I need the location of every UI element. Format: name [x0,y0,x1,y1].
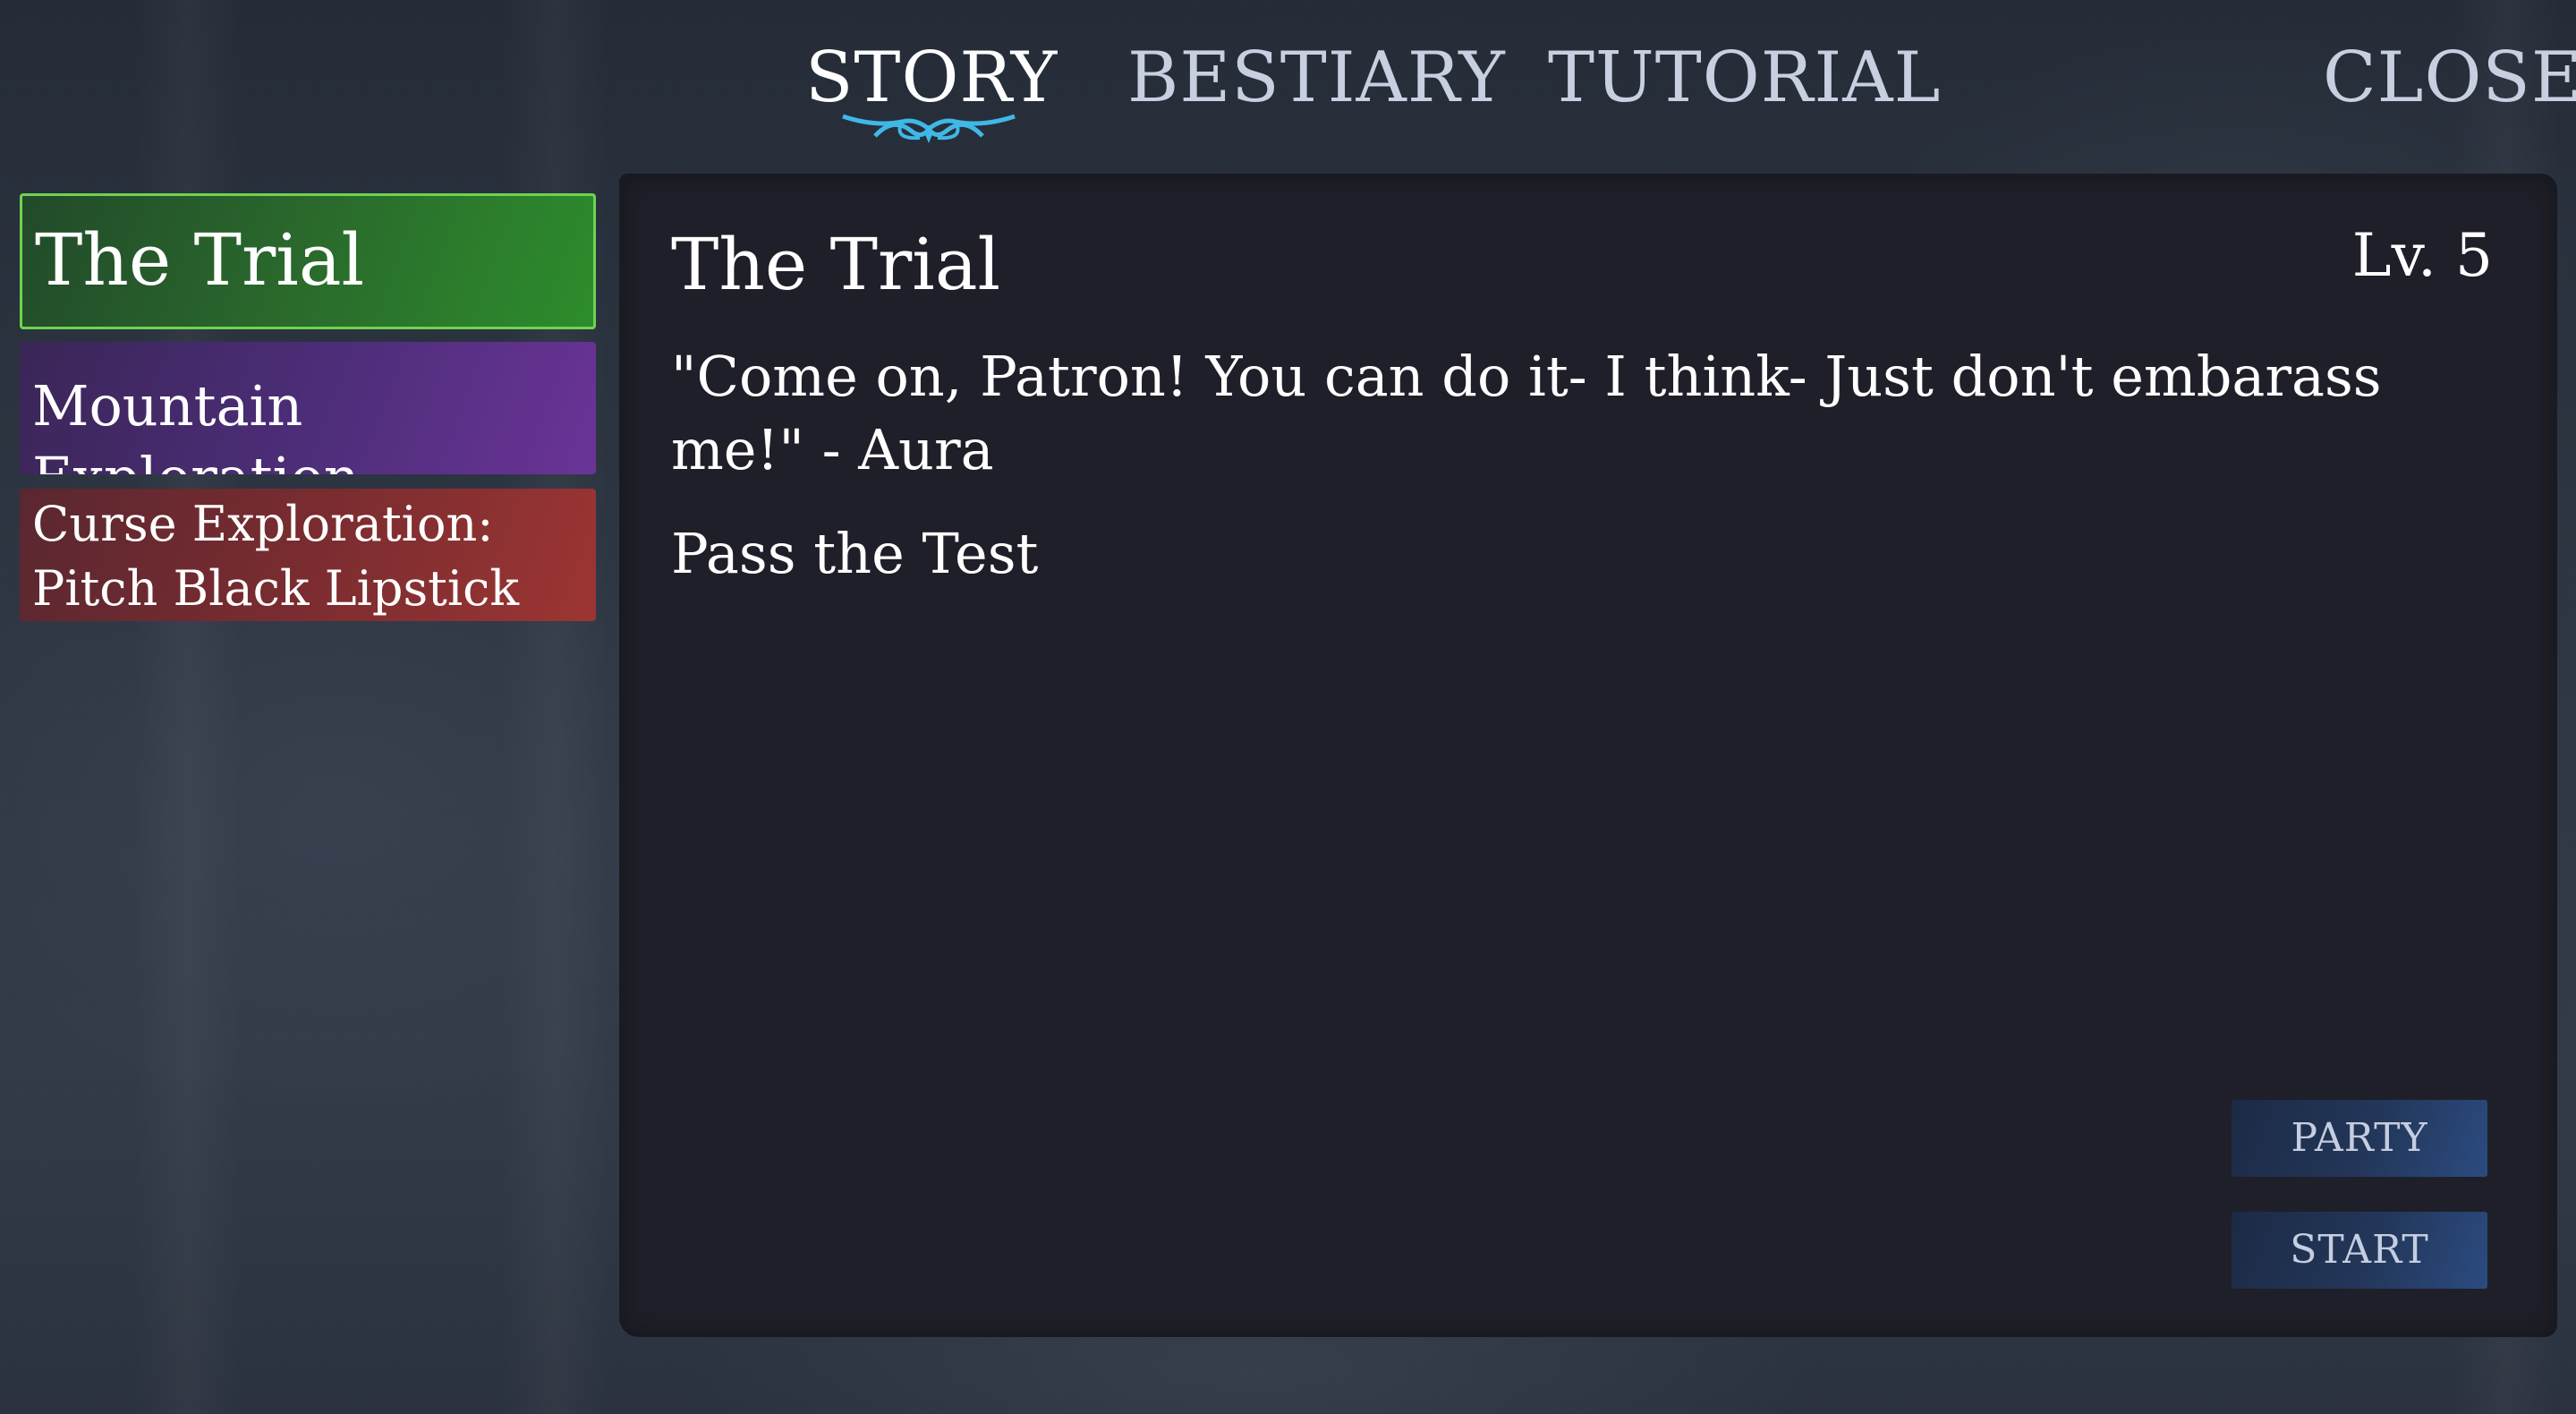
quest-item-curse-exploration[interactable]: Curse Exploration: Pitch Black Lipstick [20,489,596,621]
tab-bestiary[interactable]: BESTIARY [1127,36,1506,121]
tab-tutorial[interactable]: TUTORIAL [1548,36,1941,121]
tab-story[interactable]: STORY [805,36,1058,143]
quest-item-label: The Trial [35,218,365,302]
quest-item-the-trial[interactable]: The Trial [20,193,596,329]
quest-level: Lv. 5 [2351,221,2493,290]
party-button[interactable]: PARTY [2232,1100,2487,1177]
close-button[interactable]: CLOSE [2323,36,2576,121]
quest-quote: "Come on, Patron! You can do it- I think… [671,344,2382,482]
quest-objective: Pass the Test [671,521,1039,586]
top-nav: STORY BESTIARY TUTORIAL CLOSE [0,36,2576,161]
active-tab-ornament-icon [842,114,1016,143]
quest-item-mountain-exploration[interactable]: Mountain Exploration [20,342,596,474]
start-button[interactable]: START [2232,1212,2487,1289]
quest-item-label: Mountain Exploration [32,373,360,474]
quest-detail-panel: The Trial Lv. 5 "Come on, Patron! You ca… [619,174,2557,1337]
quest-title: The Trial [671,223,1001,306]
quest-item-label: Curse Exploration: Pitch Black Lipstick [32,496,520,617]
tab-story-label: STORY [805,38,1058,118]
quest-list: The Trial Mountain Exploration Curse Exp… [20,193,598,621]
